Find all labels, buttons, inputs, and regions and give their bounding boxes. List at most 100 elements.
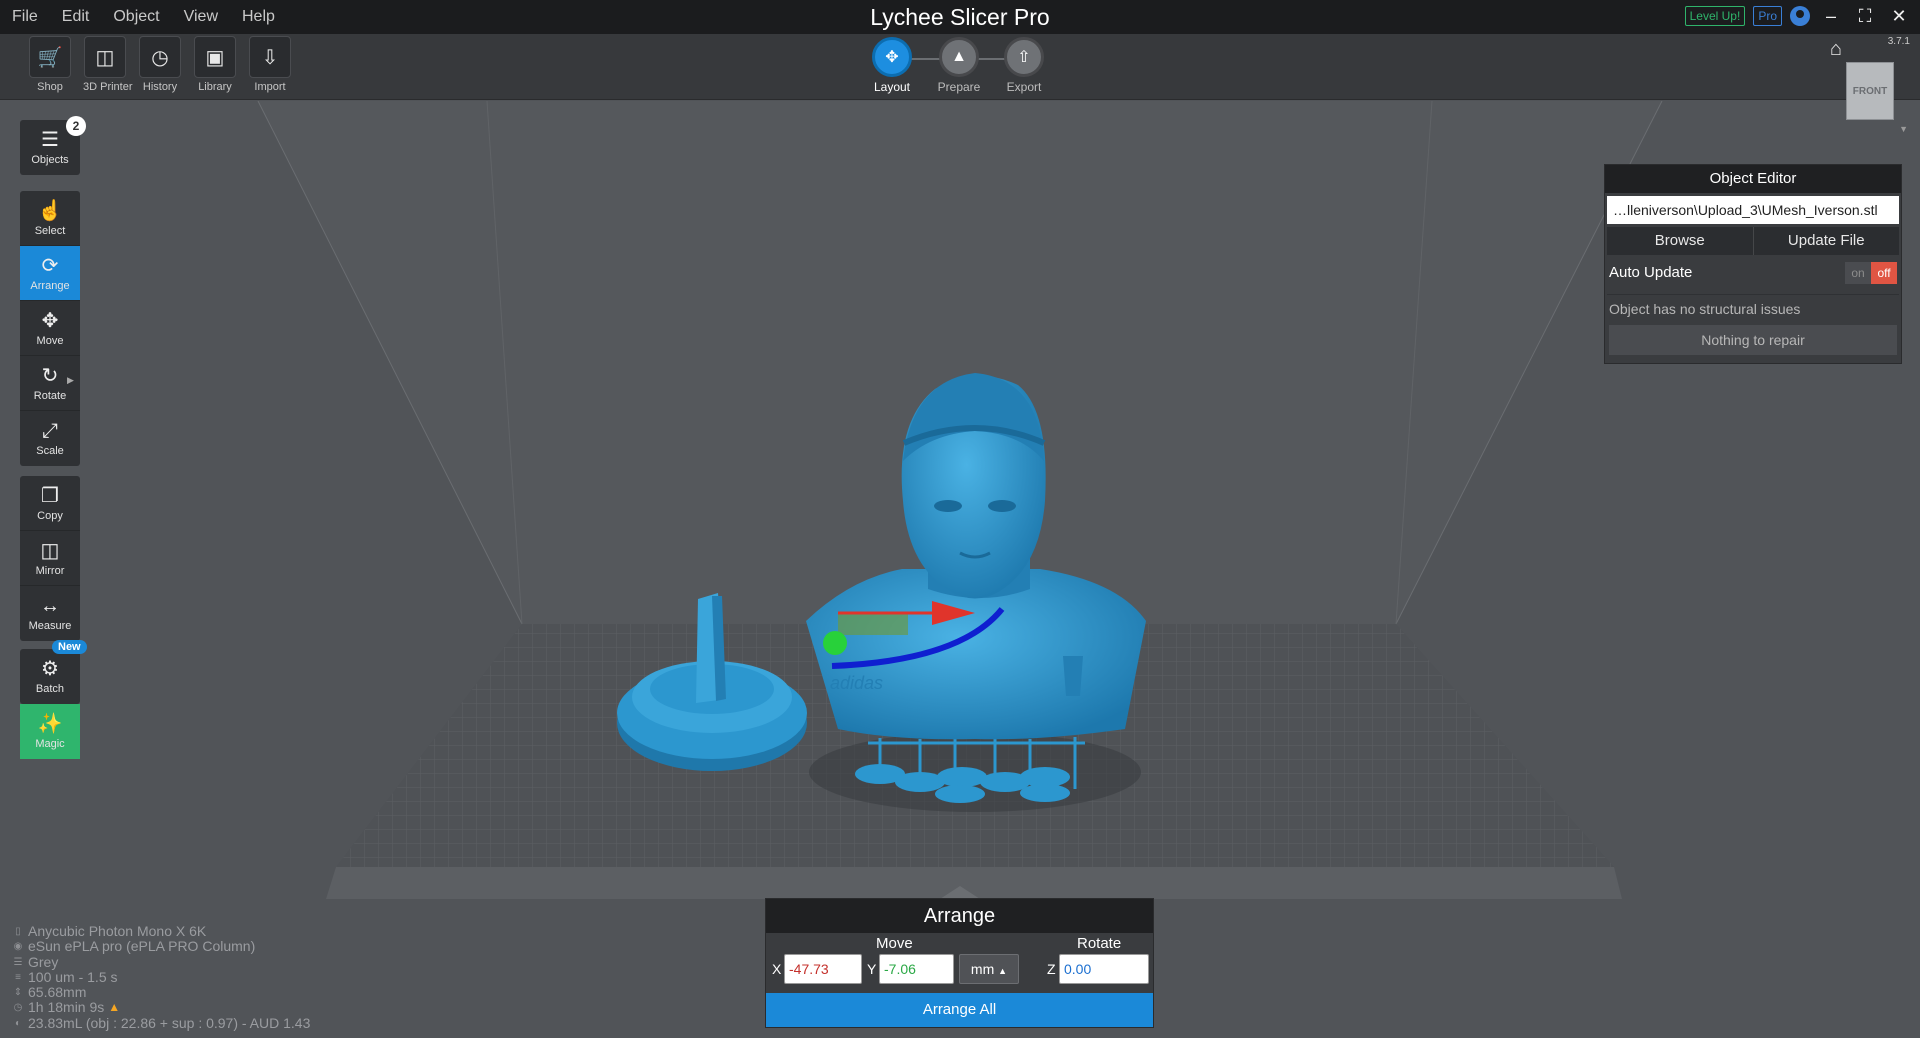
printer-icon: ◫ [84, 36, 126, 78]
y-axis-label: Y [867, 961, 877, 977]
rotate-submenu-icon[interactable]: ▶ [67, 375, 74, 386]
arrange-label: Arrange [30, 279, 70, 292]
close-window-button[interactable]: ✕ [1886, 5, 1912, 27]
version-label: 3.7.1 [1887, 36, 1910, 47]
menu-edit[interactable]: Edit [62, 8, 90, 26]
cart-icon: 🛒 [29, 36, 71, 78]
unit-value: mm [970, 961, 995, 977]
menu-help[interactable]: Help [242, 8, 275, 26]
color-icon: ☰ [13, 956, 23, 968]
step-export-label: Export [1006, 80, 1042, 94]
import-button[interactable]: ⇩ Import [248, 36, 292, 93]
volume-icon: ◐ [14, 1017, 22, 1029]
tools-group: ☝ Select ⟳ Arrange ✥ Move ↻ Rotate ⤢ Sca… [20, 191, 80, 466]
printer-info: ▯ Anycubic Photon Mono X 6K ◉ eSun ePLA pr… [12, 923, 311, 1031]
batch-label: Batch [35, 683, 65, 695]
select-label: Select [34, 224, 66, 237]
select-icon: ☝ [37, 199, 63, 222]
mirror-tool-button[interactable]: ◫ Mirror [20, 531, 80, 586]
warning-icon[interactable]: ▲ [108, 1000, 120, 1015]
history-button[interactable]: ◷ History [138, 36, 182, 93]
printer-icon: ▯ [15, 926, 21, 937]
resin-name[interactable]: eSun ePLA pro (ePLA PRO Column) [28, 938, 255, 954]
pro-badge[interactable]: Pro [1753, 6, 1782, 26]
arrange-tool-button[interactable]: ⟳ Arrange [20, 246, 80, 301]
magic-group: ✨ Magic [20, 704, 80, 759]
library-button[interactable]: ▣ Library [193, 36, 237, 93]
magic-wand-icon: ✨ [37, 713, 63, 735]
move-label: Move [36, 334, 64, 347]
copy-label: Copy [37, 509, 63, 522]
auto-update-toggle[interactable]: on off [1845, 262, 1897, 284]
measure-label: Measure [28, 620, 72, 632]
new-badge: New [52, 640, 87, 654]
step-layout-label: Layout [873, 80, 911, 94]
step-prepare-label: Prepare [937, 80, 981, 94]
move-tool-button[interactable]: ✥ Move [20, 301, 80, 356]
import-label: Import [254, 81, 286, 93]
title-bar: File Edit Object View Help Lychee Slicer… [0, 0, 1920, 34]
batch-button[interactable]: ⚙ Batch [20, 649, 80, 704]
menu-view[interactable]: View [184, 8, 218, 26]
x-position-input[interactable]: -47.73 [784, 954, 862, 984]
layer-settings[interactable]: 100 um - 1.5 s [28, 969, 118, 985]
arrange-icon: ⟳ [41, 254, 59, 277]
unit-select[interactable]: mm ▲ [959, 954, 1019, 984]
measure-icon: ↔ [40, 595, 60, 617]
export-icon: ⇧ [1004, 37, 1044, 77]
resin-color[interactable]: Grey [28, 954, 58, 970]
home-view-icon[interactable]: ⌂ [1830, 38, 1842, 61]
scale-icon: ⤢ [42, 420, 58, 442]
step-export[interactable]: ⇧ Export [1002, 37, 1046, 94]
shop-button[interactable]: 🛒 Shop [28, 36, 72, 93]
3d-printer-button[interactable]: ◫ 3D Printer [83, 36, 133, 93]
select-tool-button[interactable]: ☝ Select [20, 191, 80, 246]
auto-update-row: Auto Update on off [1607, 258, 1899, 288]
print-height: 65.68mm [28, 984, 87, 1001]
z-axis-label: Z [1047, 961, 1056, 977]
resin-icon: ◉ [13, 941, 23, 953]
svg-text:adidas: adidas [830, 673, 883, 693]
move-subtitle: Move [876, 935, 913, 952]
printer-name[interactable]: Anycubic Photon Mono X 6K [28, 923, 206, 939]
prepare-icon: ▲ [939, 37, 979, 77]
structure-status: Object has no structural issues [1607, 294, 1899, 323]
step-prepare[interactable]: ▲ Prepare [937, 37, 981, 94]
y-position-input[interactable]: -7.06 [879, 954, 954, 984]
object-editor-panel: Object Editor …lleniverson\Upload_3\UMes… [1604, 164, 1902, 364]
copy-icon: ❐ [41, 484, 59, 507]
menu-object[interactable]: Object [113, 8, 159, 26]
repair-button[interactable]: Nothing to repair [1609, 325, 1897, 355]
measure-tool-button[interactable]: ↔ Measure [20, 586, 80, 641]
arrange-all-button[interactable]: Arrange All [766, 993, 1153, 1027]
file-path-field[interactable]: …lleniverson\Upload_3\UMesh_Iverson.stl [1607, 196, 1899, 224]
update-file-button[interactable]: Update File [1753, 227, 1899, 255]
edit-tools-group: ❐ Copy ◫ Mirror ↔ Measure [20, 476, 80, 641]
caret-up-icon: ▲ [998, 966, 1008, 976]
layer-icon: ≡ [15, 971, 21, 983]
browse-button[interactable]: Browse [1607, 227, 1754, 255]
print-volume: 23.83mL (obj : 22.86 + sup : 0.97) - AUD… [28, 1014, 311, 1031]
import-icon: ⇩ [249, 36, 291, 78]
objects-label: Objects [31, 154, 69, 166]
move-icon: ✥ [41, 309, 59, 332]
menu-bar: File Edit Object View Help [12, 8, 275, 26]
level-up-badge[interactable]: Level Up! [1684, 6, 1746, 26]
arrange-title: Arrange [766, 899, 1153, 933]
height-icon: ⇕ [13, 987, 23, 999]
copy-tool-button[interactable]: ❐ Copy [20, 476, 80, 531]
minimize-button[interactable]: – [1818, 5, 1844, 27]
maximize-button[interactable]: ⛶ [1852, 5, 1878, 27]
auto-update-label: Auto Update [1609, 264, 1693, 281]
toggle-off[interactable]: off [1871, 262, 1897, 284]
menu-file[interactable]: File [12, 8, 38, 26]
toggle-on[interactable]: on [1845, 262, 1871, 284]
magic-button[interactable]: ✨ Magic [20, 704, 80, 759]
scale-tool-button[interactable]: ⤢ Scale [20, 411, 80, 466]
z-rotation-input[interactable]: 0.00 [1059, 954, 1149, 984]
arrange-panel: Arrange Move Rotate X -47.73 Y -7.06 mm … [765, 898, 1154, 1028]
list-icon: ☰ [41, 129, 59, 151]
step-layout[interactable]: ✥ Layout [870, 37, 914, 94]
object-editor-title: Object Editor [1605, 165, 1901, 193]
user-account-icon[interactable] [1790, 6, 1810, 26]
